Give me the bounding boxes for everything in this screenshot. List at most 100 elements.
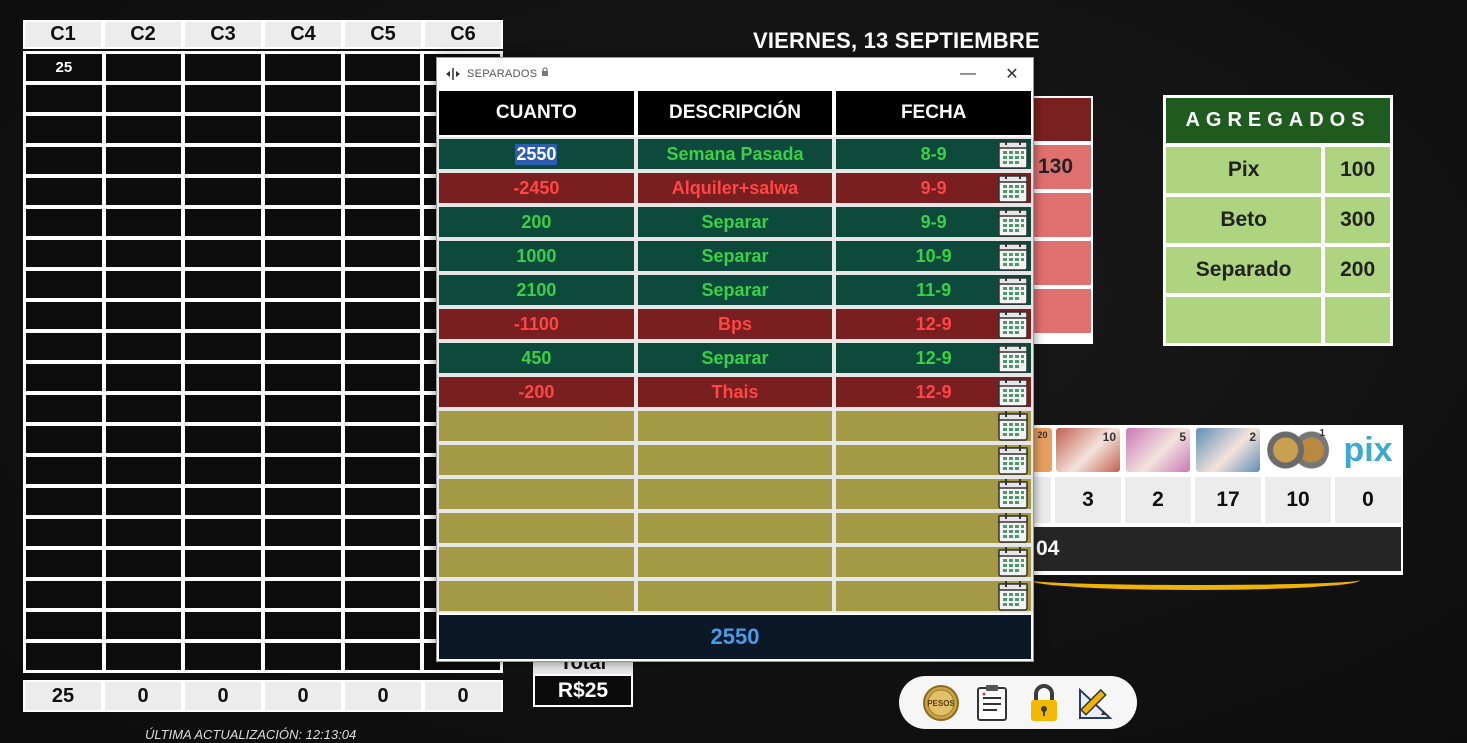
grid-cell[interactable]	[183, 238, 264, 269]
grid-cell[interactable]	[183, 331, 264, 362]
calendar-icon[interactable]	[997, 274, 1029, 306]
grid-cell[interactable]	[24, 145, 104, 176]
grid-cell[interactable]	[342, 517, 423, 548]
grid-cell[interactable]	[263, 517, 343, 548]
grid-cell[interactable]	[24, 579, 104, 610]
grid-cell[interactable]	[263, 424, 343, 455]
agregados-name[interactable]	[1164, 295, 1324, 345]
description-cell[interactable]: Alquiler+salwa	[635, 171, 835, 205]
close-button[interactable]: ✕	[989, 58, 1035, 89]
grid-cell[interactable]	[103, 548, 184, 579]
grid-cell[interactable]: 25	[24, 52, 104, 83]
grid-cell[interactable]	[263, 579, 343, 610]
grid-cell[interactable]	[263, 393, 343, 424]
grid-cell[interactable]	[103, 610, 184, 641]
amount-cell[interactable]: 2550	[437, 137, 636, 171]
grid-cell[interactable]	[103, 424, 184, 455]
description-cell[interactable]	[635, 511, 835, 545]
grid-cell[interactable]	[342, 641, 423, 672]
red-panel-cell[interactable]: 130	[1030, 143, 1093, 191]
grid-cell[interactable]	[342, 300, 423, 331]
grid-cell[interactable]	[263, 362, 343, 393]
grid-cell[interactable]	[263, 114, 343, 145]
description-cell[interactable]: Separar	[635, 273, 835, 307]
grid-cell[interactable]	[263, 176, 343, 207]
grid-cell[interactable]	[183, 548, 264, 579]
grid-cell[interactable]	[263, 641, 343, 672]
description-cell[interactable]: Separar	[635, 205, 835, 239]
description-cell[interactable]	[635, 443, 835, 477]
grid-cell[interactable]	[103, 52, 184, 83]
calendar-icon[interactable]	[997, 410, 1029, 442]
grid-cell[interactable]	[342, 52, 423, 83]
grid-cell[interactable]	[342, 207, 423, 238]
denomination-count[interactable]: 0	[1333, 475, 1403, 525]
grid-cell[interactable]	[183, 424, 264, 455]
grid-cell[interactable]	[183, 455, 264, 486]
grid-cell[interactable]	[342, 238, 423, 269]
grid-cell[interactable]	[103, 362, 184, 393]
grid-cell[interactable]	[342, 145, 423, 176]
calendar-icon[interactable]	[997, 342, 1029, 374]
grid-cell[interactable]	[24, 610, 104, 641]
description-cell[interactable]	[635, 545, 835, 579]
grid-cell[interactable]	[183, 641, 264, 672]
grid-cell[interactable]	[342, 176, 423, 207]
grid-cell[interactable]	[103, 455, 184, 486]
denomination-count[interactable]: 17	[1193, 475, 1263, 525]
description-cell[interactable]: Separar	[635, 239, 835, 273]
denomination-count[interactable]: 10	[1263, 475, 1333, 525]
grid-cell[interactable]	[263, 207, 343, 238]
grid-cell[interactable]	[183, 145, 264, 176]
grid-cell[interactable]	[183, 610, 264, 641]
grid-cell[interactable]	[24, 176, 104, 207]
amount-cell[interactable]: 200	[437, 205, 636, 239]
grid-cell[interactable]	[24, 548, 104, 579]
grid-cell[interactable]	[183, 114, 264, 145]
grid-cell[interactable]	[342, 331, 423, 362]
description-cell[interactable]	[635, 409, 835, 443]
grid-cell[interactable]	[103, 393, 184, 424]
grid-cell[interactable]	[24, 331, 104, 362]
grid-cell[interactable]	[183, 486, 264, 517]
lock-icon[interactable]	[1024, 683, 1064, 723]
agregados-value[interactable]	[1323, 295, 1392, 345]
grid-cell[interactable]	[263, 548, 343, 579]
red-panel-cell[interactable]	[1030, 191, 1093, 239]
denomination-count[interactable]: 3	[1053, 475, 1123, 525]
pesos-coin-icon[interactable]: PESOS	[921, 683, 961, 723]
grid-cell[interactable]	[103, 300, 184, 331]
description-cell[interactable]: Thais	[635, 375, 835, 409]
calendar-icon[interactable]	[997, 444, 1029, 476]
grid-cell[interactable]	[103, 207, 184, 238]
grid-cell[interactable]	[103, 83, 184, 114]
grid-cell[interactable]	[24, 207, 104, 238]
ruler-pencil-icon[interactable]	[1075, 683, 1115, 723]
amount-cell[interactable]	[437, 477, 636, 511]
grid-cell[interactable]	[263, 610, 343, 641]
grid-cell[interactable]	[24, 269, 104, 300]
description-cell[interactable]: Semana Pasada	[635, 137, 835, 171]
grid-cell[interactable]	[183, 83, 264, 114]
amount-cell[interactable]	[437, 443, 636, 477]
grid-cell[interactable]	[24, 455, 104, 486]
grid-cell[interactable]	[24, 393, 104, 424]
grid-cell[interactable]	[263, 331, 343, 362]
red-panel-cell[interactable]	[1030, 287, 1093, 335]
red-panel-cell[interactable]	[1030, 239, 1093, 287]
amount-cell[interactable]	[437, 545, 636, 579]
grid-cell[interactable]	[183, 269, 264, 300]
grid-cell[interactable]	[342, 610, 423, 641]
grid-cell[interactable]	[263, 300, 343, 331]
grid-cell[interactable]	[263, 145, 343, 176]
grid-cell[interactable]	[342, 269, 423, 300]
grid-cell[interactable]	[263, 83, 343, 114]
grid-cell[interactable]	[103, 641, 184, 672]
clipboard-icon[interactable]	[972, 683, 1012, 723]
grid-cell[interactable]	[342, 548, 423, 579]
grid-cell[interactable]	[342, 362, 423, 393]
agregados-name[interactable]: Separado	[1164, 245, 1324, 295]
grid-cell[interactable]	[24, 641, 104, 672]
grid-cell[interactable]	[103, 145, 184, 176]
agregados-name[interactable]: Pix	[1164, 145, 1324, 195]
